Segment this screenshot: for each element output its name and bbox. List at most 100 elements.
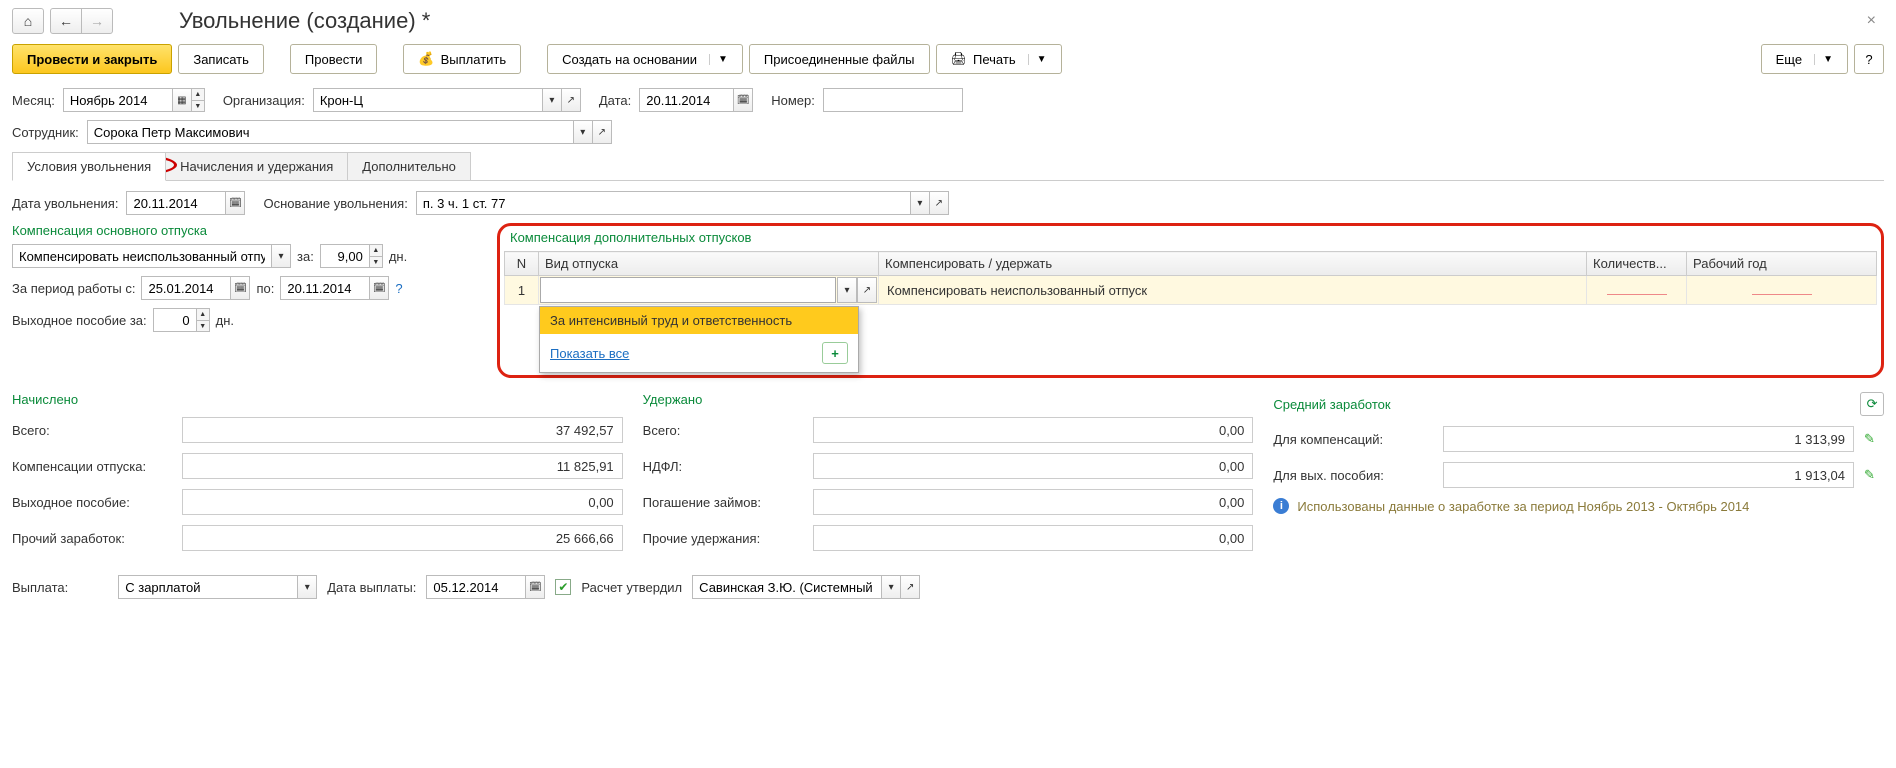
org-input[interactable] xyxy=(313,88,543,112)
chevron-down-icon: ▼ xyxy=(709,54,728,65)
calc-approved-label: Расчет утвердил xyxy=(581,580,682,595)
home-button[interactable]: ⌂ xyxy=(12,8,44,34)
severance-down-button[interactable]: ▼ xyxy=(196,320,210,332)
reason-open-button[interactable]: ↗ xyxy=(929,191,949,215)
accrued-vacation-value: 11 825,91 xyxy=(182,453,623,479)
print-button[interactable]: 🖨 Печать ▼ xyxy=(936,44,1062,74)
create-from-button[interactable]: Создать на основании ▼ xyxy=(547,44,743,74)
open-icon: ↗ xyxy=(863,285,871,296)
pay-button[interactable]: 💰 Выплатить xyxy=(403,44,521,74)
org-open-button[interactable]: ↗ xyxy=(561,88,581,112)
work-year-cell[interactable] xyxy=(1687,276,1877,305)
tab-additional[interactable]: Дополнительно xyxy=(347,152,471,180)
tab-termination-conditions[interactable]: Условия увольнения xyxy=(12,152,166,181)
period-help-icon[interactable]: ? xyxy=(395,281,402,296)
employee-label: Сотрудник: xyxy=(12,125,79,140)
additional-vacation-frame: Компенсация дополнительных отпусков N Ви… xyxy=(497,223,1884,378)
approved-by-input[interactable] xyxy=(692,575,882,599)
action-cell: Компенсировать неиспользованный отпуск xyxy=(879,276,1587,305)
quantity-cell[interactable] xyxy=(1587,276,1687,305)
month-label: Месяц: xyxy=(12,93,55,108)
pay-date-calendar-button[interactable]: 🗓 xyxy=(525,575,545,599)
calendar-icon: 🗓 xyxy=(234,283,247,294)
severance-up-button[interactable]: ▲ xyxy=(196,308,210,320)
accrued-severance-label: Выходное пособие: xyxy=(12,495,172,510)
chevron-down-icon: ▾ xyxy=(305,582,310,593)
vacation-type-dropdown-button[interactable]: ▾ xyxy=(837,277,857,303)
days-up-button[interactable]: ▲ xyxy=(369,244,383,256)
help-button[interactable]: ? xyxy=(1854,44,1884,74)
employee-input[interactable] xyxy=(87,120,574,144)
termination-date-label: Дата увольнения: xyxy=(12,196,118,211)
severance-days-input[interactable] xyxy=(153,308,197,332)
vacation-type-cell[interactable]: ▾ ↗ За интенсивный труд и ответственност… xyxy=(539,276,879,305)
termination-date-input[interactable] xyxy=(126,191,226,215)
col-n[interactable]: N xyxy=(505,252,539,276)
vacation-type-input[interactable] xyxy=(540,277,836,303)
period-to-input[interactable] xyxy=(280,276,370,300)
add-new-button[interactable]: + xyxy=(822,342,848,364)
refresh-button[interactable]: ⟳ xyxy=(1860,392,1884,416)
org-dropdown-button[interactable]: ▾ xyxy=(542,88,562,112)
termination-reason-input[interactable] xyxy=(416,191,911,215)
edit-avg-comp-button[interactable]: ✎ xyxy=(1864,431,1884,447)
avg-info-text: Использованы данные о заработке за перио… xyxy=(1297,499,1749,514)
printer-icon: 🖨 xyxy=(951,51,968,67)
post-and-close-button[interactable]: Провести и закрыть xyxy=(12,44,172,74)
close-button[interactable]: × xyxy=(1859,12,1884,30)
reason-dropdown-button[interactable]: ▾ xyxy=(910,191,930,215)
month-up-button[interactable]: ▲ xyxy=(191,88,205,100)
col-action[interactable]: Компенсировать / удержать xyxy=(879,252,1587,276)
number-label: Номер: xyxy=(771,93,815,108)
open-icon: ↗ xyxy=(567,95,575,106)
month-picker-button[interactable]: ▦ xyxy=(172,88,192,112)
col-work-year[interactable]: Рабочий год xyxy=(1687,252,1877,276)
more-button[interactable]: Еще ▼ xyxy=(1761,44,1848,74)
payout-mode-select[interactable] xyxy=(118,575,298,599)
money-icon: 💰 xyxy=(418,51,434,67)
calc-approved-checkbox[interactable] xyxy=(555,579,571,595)
write-button[interactable]: Записать xyxy=(178,44,264,74)
col-vacation-type[interactable]: Вид отпуска xyxy=(539,252,879,276)
show-all-link[interactable]: Показать все xyxy=(550,346,629,361)
compensation-mode-select[interactable] xyxy=(12,244,272,268)
number-input[interactable] xyxy=(823,88,963,112)
days-down-button[interactable]: ▼ xyxy=(369,256,383,268)
post-button[interactable]: Провести xyxy=(290,44,378,74)
edit-avg-sev-button[interactable]: ✎ xyxy=(1864,467,1884,483)
date-input[interactable] xyxy=(639,88,734,112)
withheld-loans-value: 0,00 xyxy=(813,489,1254,515)
print-label: Печать xyxy=(973,52,1016,67)
month-input[interactable] xyxy=(63,88,173,112)
withheld-other-label: Прочие удержания: xyxy=(643,531,803,546)
refresh-icon: ⟳ xyxy=(1867,396,1878,412)
severance-label: Выходное пособие за: xyxy=(12,313,147,328)
withheld-other-value: 0,00 xyxy=(813,525,1254,551)
chevron-down-icon: ▾ xyxy=(844,285,849,296)
chevron-down-icon: ▼ xyxy=(1814,54,1833,65)
employee-open-button[interactable]: ↗ xyxy=(592,120,612,144)
table-row[interactable]: 1 ▾ ↗ За интенсивный труд и ответственно… xyxy=(505,276,1877,305)
attached-files-button[interactable]: Присоединенные файлы xyxy=(749,44,930,74)
back-button[interactable]: ← xyxy=(50,8,82,34)
dropdown-item[interactable]: За интенсивный труд и ответственность xyxy=(540,307,858,334)
period-from-input[interactable] xyxy=(141,276,231,300)
employee-dropdown-button[interactable]: ▾ xyxy=(573,120,593,144)
col-quantity[interactable]: Количеств... xyxy=(1587,252,1687,276)
vacation-type-open-button[interactable]: ↗ xyxy=(857,277,877,303)
info-icon: i xyxy=(1273,498,1289,514)
pay-date-input[interactable] xyxy=(426,575,526,599)
termination-date-calendar-button[interactable]: 🗓 xyxy=(225,191,245,215)
month-down-button[interactable]: ▼ xyxy=(191,100,205,112)
approved-by-dropdown[interactable]: ▾ xyxy=(881,575,901,599)
forward-button[interactable]: → xyxy=(81,8,113,34)
payout-mode-dropdown[interactable]: ▾ xyxy=(297,575,317,599)
date-calendar-button[interactable]: 🗓 xyxy=(733,88,753,112)
compensation-mode-dropdown[interactable]: ▾ xyxy=(271,244,291,268)
approved-by-open[interactable]: ↗ xyxy=(900,575,920,599)
period-from-calendar-button[interactable]: 🗓 xyxy=(230,276,250,300)
compensation-days-input[interactable] xyxy=(320,244,370,268)
tab-accruals-deductions[interactable]: Начисления и удержания xyxy=(165,152,348,180)
withheld-loans-label: Погашение займов: xyxy=(643,495,803,510)
period-to-calendar-button[interactable]: 🗓 xyxy=(369,276,389,300)
